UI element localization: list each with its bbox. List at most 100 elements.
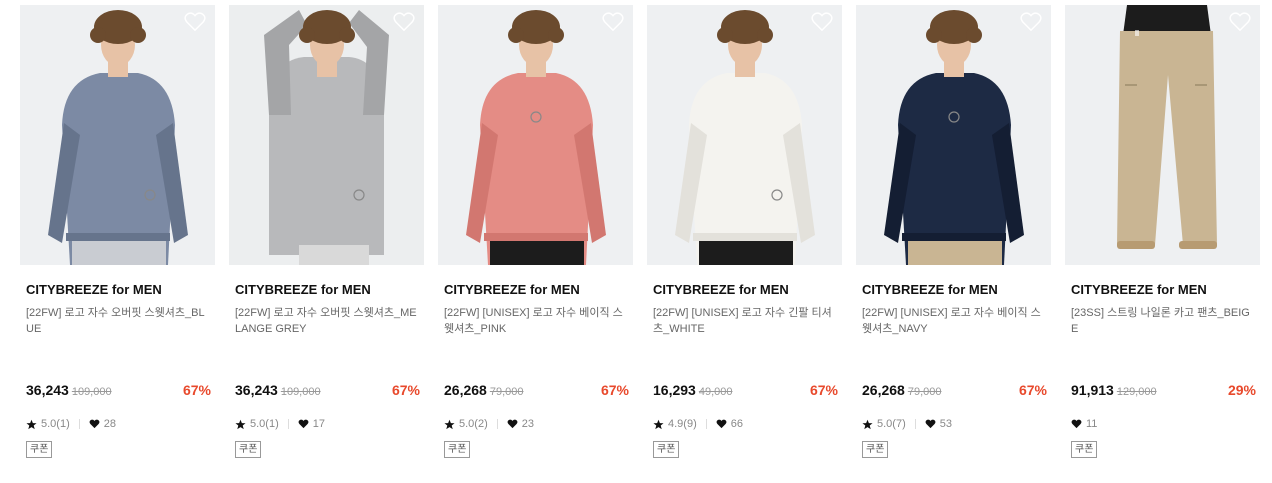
product-photo [229, 5, 424, 265]
product-photo [438, 5, 633, 265]
sale-price: 16,293 [653, 382, 696, 398]
like-count: 28 [103, 418, 116, 430]
wishlist-heart-icon[interactable] [1020, 12, 1042, 32]
product-image[interactable] [438, 5, 633, 265]
price-row: 26,268 79,000 67% [444, 382, 629, 402]
like-count: 17 [312, 418, 325, 430]
product-image[interactable] [1065, 5, 1260, 265]
product-photo [856, 5, 1051, 265]
product-name[interactable]: [22FW] 로고 자수 오버핏 스웻셔츠_MELANGE GREY [235, 305, 417, 337]
coupon-badge: 쿠폰 [26, 441, 53, 458]
original-price: 49,000 [698, 386, 733, 398]
sale-price: 36,243 [26, 382, 69, 398]
heart-icon [89, 419, 100, 429]
sale-price: 36,243 [235, 382, 278, 398]
original-price: 109,000 [71, 386, 112, 398]
rating-value: 5.0(1) [41, 418, 70, 430]
star-icon [862, 419, 873, 430]
rating-value: 5.0(2) [459, 418, 488, 430]
wishlist-heart-icon[interactable] [602, 12, 624, 32]
wishlist-heart-icon[interactable] [393, 12, 415, 32]
wishlist-heart-icon[interactable] [1229, 12, 1251, 32]
brand-name[interactable]: CITYBREEZE for MEN [444, 282, 580, 297]
coupon-badge: 쿠폰 [444, 441, 471, 458]
brand-name[interactable]: CITYBREEZE for MEN [653, 282, 789, 297]
review-meta: 5.0(7) 53 [862, 417, 952, 431]
review-meta: 5.0(1) 28 [26, 417, 116, 431]
product-photo [20, 5, 215, 265]
brand-name[interactable]: CITYBREEZE for MEN [1071, 282, 1207, 297]
heart-icon [298, 419, 309, 429]
product-card[interactable]: CITYBREEZE for MEN [22FW] [UNISEX] 로고 자수 … [856, 5, 1051, 475]
heart-icon [1071, 419, 1082, 429]
discount-rate: 67% [809, 382, 838, 398]
product-card[interactable]: CITYBREEZE for MEN [22FW] 로고 자수 오버핏 스웻셔츠_… [229, 5, 424, 475]
original-price: 79,000 [907, 386, 942, 398]
divider [78, 419, 80, 429]
product-image[interactable] [20, 5, 215, 265]
product-name[interactable]: [22FW] [UNISEX] 로고 자수 베이직 스웻셔츠_PINK [444, 305, 626, 337]
discount-rate: 67% [182, 382, 211, 398]
product-image[interactable] [856, 5, 1051, 265]
star-icon [653, 419, 664, 430]
brand-name[interactable]: CITYBREEZE for MEN [235, 282, 371, 297]
brand-name[interactable]: CITYBREEZE for MEN [862, 282, 998, 297]
discount-rate: 67% [600, 382, 629, 398]
heart-icon [507, 419, 518, 429]
price-row: 16,293 49,000 67% [653, 382, 838, 402]
original-price: 79,000 [489, 386, 524, 398]
coupon-badge: 쿠폰 [653, 441, 680, 458]
star-icon [26, 419, 37, 430]
heart-icon [925, 419, 936, 429]
product-card[interactable]: CITYBREEZE for MEN [22FW] [UNISEX] 로고 자수 … [647, 5, 842, 475]
product-grid: CITYBREEZE for MEN [22FW] 로고 자수 오버핏 스웻셔츠_… [0, 0, 1272, 483]
like-count: 53 [939, 418, 952, 430]
discount-rate: 67% [1018, 382, 1047, 398]
review-meta: 5.0(2) 23 [444, 417, 534, 431]
review-meta: 5.0(1) 17 [235, 417, 325, 431]
review-meta: 11 [1071, 417, 1097, 431]
price-row: 36,243 109,000 67% [235, 382, 420, 402]
like-count: 11 [1086, 418, 1098, 430]
coupon-badge: 쿠폰 [1071, 441, 1098, 458]
product-image[interactable] [229, 5, 424, 265]
product-card[interactable]: CITYBREEZE for MEN [23SS] 스트링 나일론 카고 팬츠_B… [1065, 5, 1260, 475]
star-icon [235, 419, 246, 430]
divider [705, 419, 707, 429]
product-photo [1065, 5, 1260, 265]
rating-value: 5.0(1) [250, 418, 279, 430]
original-price: 129,000 [1116, 386, 1157, 398]
price-row: 91,913 129,000 29% [1071, 382, 1256, 402]
product-photo [647, 5, 842, 265]
product-image[interactable] [647, 5, 842, 265]
product-card[interactable]: CITYBREEZE for MEN [22FW] 로고 자수 오버핏 스웻셔츠_… [20, 5, 215, 475]
price-row: 36,243 109,000 67% [26, 382, 211, 402]
like-count: 23 [521, 418, 534, 430]
product-name[interactable]: [22FW] 로고 자수 오버핏 스웻셔츠_BLUE [26, 305, 208, 337]
discount-rate: 67% [391, 382, 420, 398]
rating-value: 5.0(7) [877, 418, 906, 430]
sale-price: 26,268 [862, 382, 905, 398]
star-icon [444, 419, 455, 430]
discount-rate: 29% [1227, 382, 1256, 398]
review-meta: 4.9(9) 66 [653, 417, 743, 431]
wishlist-heart-icon[interactable] [184, 12, 206, 32]
divider [496, 419, 498, 429]
sale-price: 91,913 [1071, 382, 1114, 398]
product-name[interactable]: [23SS] 스트링 나일론 카고 팬츠_BEIGE [1071, 305, 1253, 337]
divider [287, 419, 289, 429]
product-name[interactable]: [22FW] [UNISEX] 로고 자수 베이직 스웻셔츠_NAVY [862, 305, 1044, 337]
coupon-badge: 쿠폰 [862, 441, 889, 458]
price-row: 26,268 79,000 67% [862, 382, 1047, 402]
original-price: 109,000 [280, 386, 321, 398]
heart-icon [716, 419, 727, 429]
like-count: 66 [730, 418, 743, 430]
product-card[interactable]: CITYBREEZE for MEN [22FW] [UNISEX] 로고 자수 … [438, 5, 633, 475]
brand-name[interactable]: CITYBREEZE for MEN [26, 282, 162, 297]
wishlist-heart-icon[interactable] [811, 12, 833, 32]
rating-value: 4.9(9) [668, 418, 697, 430]
divider [914, 419, 916, 429]
coupon-badge: 쿠폰 [235, 441, 262, 458]
product-name[interactable]: [22FW] [UNISEX] 로고 자수 긴팔 티셔츠_WHITE [653, 305, 835, 337]
sale-price: 26,268 [444, 382, 487, 398]
